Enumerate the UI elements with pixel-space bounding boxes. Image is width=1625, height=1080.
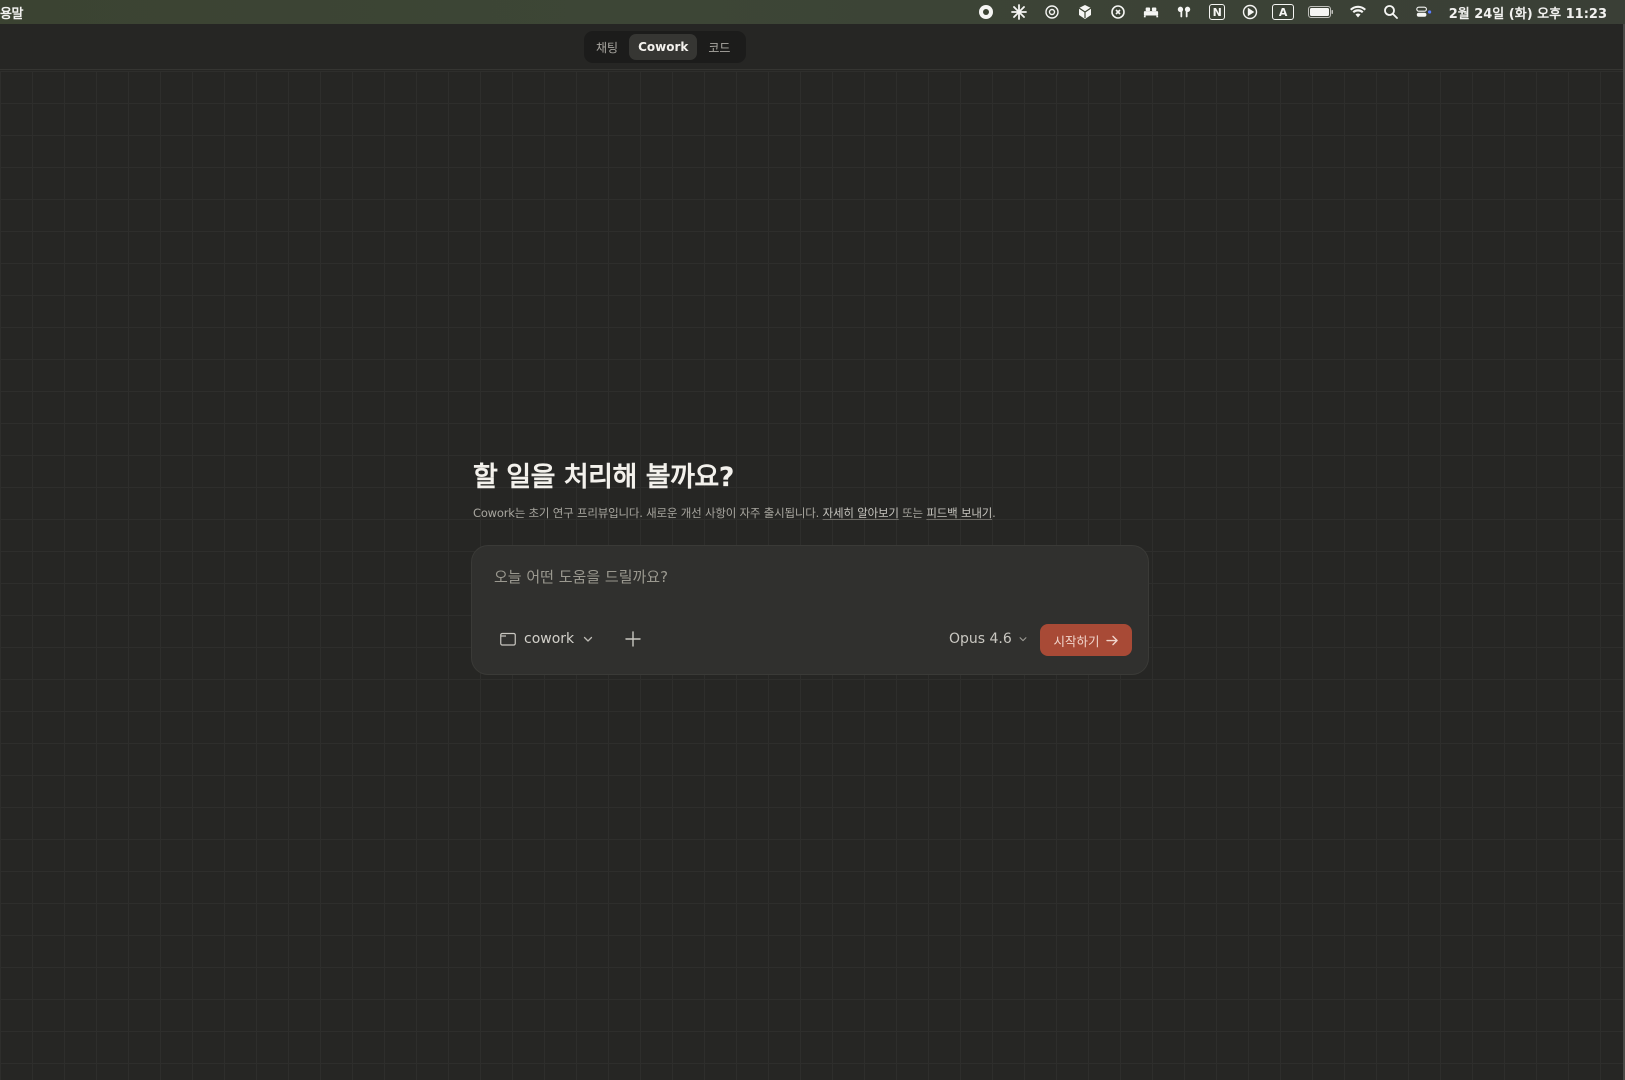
start-button[interactable]: 시작하기 <box>1040 624 1132 656</box>
plus-icon <box>625 631 641 647</box>
input-source-icon[interactable]: A <box>1267 0 1300 24</box>
preview-notice: Cowork는 초기 연구 프리뷰입니다. 새로운 개선 사항이 자주 출시됩니… <box>473 505 996 521</box>
notion-icon[interactable]: N <box>1201 0 1234 24</box>
mode-switch: 채팅 Cowork 코드 <box>584 31 746 63</box>
folder-label: cowork <box>524 631 575 647</box>
menubar-clock[interactable]: 2월 24일 (화) 오후 11:23 <box>1441 3 1625 22</box>
box-icon[interactable] <box>1069 0 1102 24</box>
airpods-icon[interactable] <box>1168 0 1201 24</box>
spotlight-icon[interactable] <box>1375 0 1408 24</box>
preview-notice-text: Cowork는 초기 연구 프리뷰입니다. 새로운 개선 사항이 자주 출시됩니… <box>473 506 823 520</box>
chevron-down-icon <box>1019 637 1027 642</box>
add-attachment-button[interactable] <box>620 626 646 652</box>
openai-icon[interactable] <box>1036 0 1069 24</box>
status-tray: N A <box>970 0 1441 24</box>
record-icon[interactable] <box>970 0 1003 24</box>
prompt-input[interactable] <box>494 568 1094 586</box>
tab-code[interactable]: 코드 <box>699 34 739 60</box>
battery-icon[interactable] <box>1300 0 1342 24</box>
model-selector[interactable]: Opus 4.6 <box>949 628 1028 650</box>
folder-icon <box>500 632 516 646</box>
copilot-icon[interactable] <box>1102 0 1135 24</box>
tab-chat[interactable]: 채팅 <box>587 34 627 60</box>
control-center-icon[interactable] <box>1408 0 1441 24</box>
preview-notice-or: 또는 <box>898 506 927 520</box>
titlebar: 채팅 Cowork 코드 <box>0 24 1625 70</box>
menubar: 용말 N A 2월 24일 (화) 오후 11:23 <box>0 0 1625 24</box>
send-feedback-link[interactable]: 피드백 보내기 <box>926 506 992 520</box>
wifi-icon[interactable] <box>1342 0 1375 24</box>
app-menu-name[interactable]: 용말 <box>0 3 23 22</box>
folder-selector[interactable]: cowork <box>500 628 594 650</box>
learn-more-link[interactable]: 자세히 알아보기 <box>823 506 899 520</box>
composer: cowork Opus 4.6 시작하기 <box>472 546 1148 674</box>
page-title: 할 일을 처리해 볼까요? <box>473 462 734 493</box>
preview-notice-end: . <box>992 506 996 520</box>
chevron-down-icon <box>584 636 593 642</box>
bed-icon[interactable] <box>1135 0 1168 24</box>
arrow-right-icon <box>1105 635 1118 645</box>
model-label: Opus 4.6 <box>949 631 1012 647</box>
start-label: 시작하기 <box>1053 633 1100 649</box>
tab-cowork[interactable]: Cowork <box>629 34 698 60</box>
sparkle-icon[interactable] <box>1003 0 1036 24</box>
play-icon[interactable] <box>1234 0 1267 24</box>
